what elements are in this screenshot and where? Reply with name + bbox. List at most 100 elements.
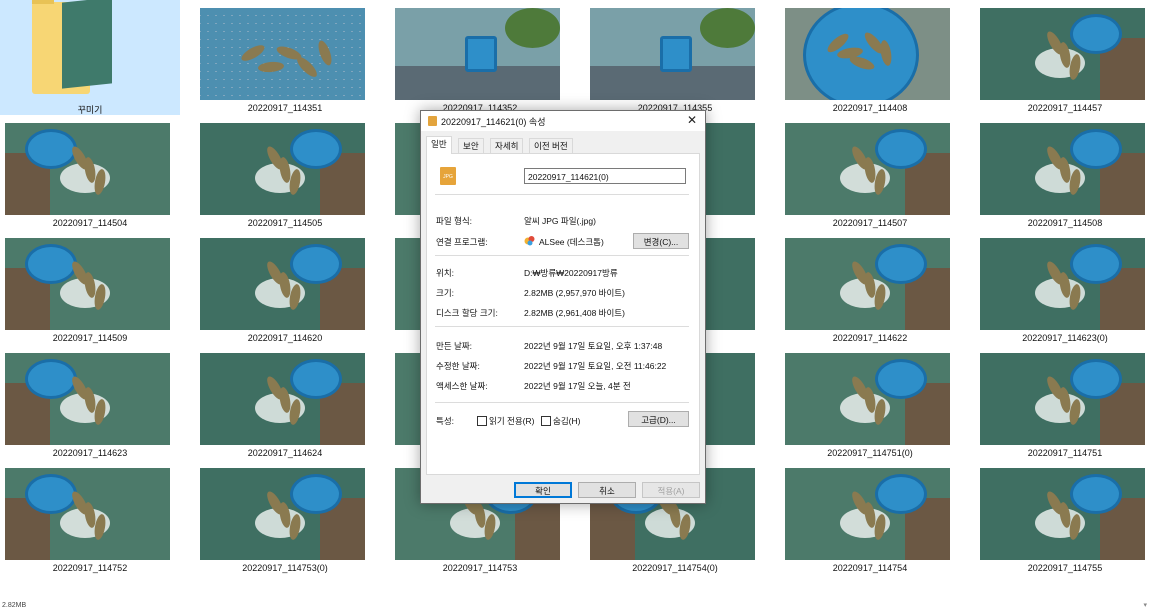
file-item[interactable]: 20220917_114753(0) bbox=[195, 460, 375, 575]
image-thumbnail bbox=[5, 353, 170, 445]
file-item[interactable]: 20220917_114624 bbox=[195, 345, 375, 460]
image-thumbnail bbox=[5, 238, 170, 330]
attributes-label: 특성: bbox=[436, 416, 455, 426]
file-name-caption: 20220917_114351 bbox=[247, 103, 323, 113]
hidden-label[interactable]: 숨김(H) bbox=[553, 415, 580, 427]
modified-value: 2022년 9월 17일 토요일, 오전 11:46:22 bbox=[524, 361, 667, 371]
file-name-field[interactable]: 20220917_114621(0) bbox=[524, 168, 686, 184]
dialog-titlebar[interactable]: 20220917_114621(0) 속성 ✕ bbox=[421, 111, 705, 131]
file-name-caption: 20220917_114622 bbox=[832, 333, 908, 343]
readonly-label[interactable]: 읽기 전용(R) bbox=[489, 415, 534, 427]
folder-preview bbox=[62, 0, 112, 89]
file-item[interactable]: 20220917_114751 bbox=[975, 345, 1150, 460]
status-bar: 2.82MB ▾ bbox=[0, 600, 1150, 609]
file-item[interactable]: 20220917_114755 bbox=[975, 460, 1150, 575]
image-thumbnail bbox=[200, 123, 365, 215]
file-name-caption: 20220917_114508 bbox=[1027, 218, 1103, 228]
image-thumbnail bbox=[980, 238, 1145, 330]
file-name-caption: 20220917_114504 bbox=[52, 218, 128, 228]
open-with-label: 연결 프로그램: bbox=[436, 237, 488, 247]
file-item[interactable]: 20220917_114508 bbox=[975, 115, 1150, 230]
open-with-value: ALSee (데스크톱) bbox=[539, 237, 604, 247]
advanced-button[interactable]: 고급(D)... bbox=[628, 411, 689, 427]
file-name-caption: 20220917_114752 bbox=[52, 563, 128, 573]
file-name-caption: 20220917_114507 bbox=[832, 218, 908, 228]
created-label: 만든 날짜: bbox=[436, 341, 473, 351]
file-item[interactable]: 20220917_114509 bbox=[0, 230, 180, 345]
file-type-value: 알씨 JPG 파일(.jpg) bbox=[524, 216, 596, 226]
hidden-checkbox[interactable] bbox=[541, 416, 551, 426]
jpg-file-icon: JPG bbox=[440, 167, 456, 185]
file-name-caption: 20220917_114509 bbox=[52, 333, 128, 343]
file-item[interactable]: 20220917_114751(0) bbox=[780, 345, 960, 460]
accessed-value: 2022년 9월 17일 오늘, 4분 전 bbox=[524, 381, 631, 391]
file-item[interactable]: 20220917_114355 bbox=[585, 0, 765, 115]
image-thumbnail bbox=[5, 123, 170, 215]
cancel-button[interactable]: 취소 bbox=[578, 482, 636, 498]
file-name-caption: 20220917_114457 bbox=[1027, 103, 1103, 113]
file-name-caption: 20220917_114751 bbox=[1027, 448, 1103, 458]
file-name-caption: 20220917_114620 bbox=[247, 333, 323, 343]
modified-label: 수정한 날짜: bbox=[436, 361, 480, 371]
tab-details[interactable]: 자세히 bbox=[490, 138, 524, 153]
location-value: D:₩방류₩20220917방류 bbox=[524, 268, 618, 278]
image-thumbnail bbox=[200, 238, 365, 330]
file-item[interactable]: 20220917_114507 bbox=[780, 115, 960, 230]
readonly-checkbox[interactable] bbox=[477, 416, 487, 426]
image-thumbnail bbox=[590, 8, 755, 100]
divider bbox=[435, 326, 689, 327]
file-item[interactable]: 20220917_114623 bbox=[0, 345, 180, 460]
file-item[interactable]: 20220917_114620 bbox=[195, 230, 375, 345]
divider bbox=[435, 194, 689, 195]
size-value: 2.82MB (2,957,970 바이트) bbox=[524, 288, 625, 298]
properties-dialog: 20220917_114621(0) 속성 ✕ 일반 보안 자세히 이전 버전 … bbox=[420, 110, 706, 504]
tab-security[interactable]: 보안 bbox=[458, 138, 484, 153]
size-label: 크기: bbox=[436, 288, 455, 298]
image-thumbnail bbox=[980, 8, 1145, 100]
file-item[interactable]: 20220917_114505 bbox=[195, 115, 375, 230]
image-thumbnail bbox=[785, 8, 950, 100]
file-item[interactable]: 20220917_114457 bbox=[975, 0, 1150, 115]
disk-size-value: 2.82MB (2,961,408 바이트) bbox=[524, 308, 625, 318]
image-thumbnail bbox=[200, 468, 365, 560]
dialog-title: 20220917_114621(0) 속성 bbox=[441, 117, 546, 127]
file-name-caption: 20220917_114505 bbox=[247, 218, 323, 228]
image-thumbnail bbox=[395, 8, 560, 100]
image-thumbnail bbox=[980, 468, 1145, 560]
divider bbox=[435, 402, 689, 403]
file-name-caption: 20220917_114751(0) bbox=[827, 448, 913, 458]
file-item[interactable]: 20220917_114352 bbox=[390, 0, 570, 115]
file-item[interactable]: 20220917_114351 bbox=[195, 0, 375, 115]
file-name-caption: 20220917_114623(0) bbox=[1022, 333, 1108, 343]
change-button[interactable]: 변경(C)... bbox=[633, 233, 689, 249]
file-name-caption: 20220917_114754 bbox=[832, 563, 908, 573]
accessed-label: 액세스한 날짜: bbox=[436, 381, 488, 391]
file-name-caption: 20220917_114753 bbox=[442, 563, 518, 573]
apply-button[interactable]: 적용(A) bbox=[642, 482, 700, 498]
file-type-label: 파일 형식: bbox=[436, 216, 473, 226]
tab-previous-versions[interactable]: 이전 버전 bbox=[529, 138, 573, 153]
file-item[interactable]: 20220917_114752 bbox=[0, 460, 180, 575]
file-item[interactable]: 20220917_114623(0) bbox=[975, 230, 1150, 345]
image-thumbnail bbox=[5, 468, 170, 560]
tab-general[interactable]: 일반 bbox=[426, 136, 452, 154]
scroll-down-icon[interactable]: ▾ bbox=[1143, 601, 1147, 609]
file-item[interactable]: 20220917_114408 bbox=[780, 0, 960, 115]
file-name-caption: 20220917_114408 bbox=[832, 103, 908, 113]
ok-button[interactable]: 확인 bbox=[514, 482, 572, 498]
file-item[interactable]: 20220917_114754 bbox=[780, 460, 960, 575]
image-thumbnail bbox=[785, 353, 950, 445]
image-thumbnail bbox=[785, 468, 950, 560]
file-icon bbox=[428, 116, 437, 126]
image-thumbnail bbox=[785, 238, 950, 330]
image-thumbnail bbox=[200, 353, 365, 445]
folder-item[interactable]: 꾸미기 bbox=[0, 0, 180, 115]
file-item[interactable]: 20220917_114504 bbox=[0, 115, 180, 230]
close-icon[interactable]: ✕ bbox=[685, 113, 699, 127]
created-value: 2022년 9월 17일 토요일, 오후 1:37:48 bbox=[524, 341, 663, 351]
alsee-app-icon bbox=[524, 236, 535, 246]
file-name-caption: 20220917_114624 bbox=[247, 448, 323, 458]
file-item[interactable]: 20220917_114622 bbox=[780, 230, 960, 345]
general-panel: JPG 20220917_114621(0) 파일 형식: 알씨 JPG 파일(… bbox=[426, 153, 700, 475]
divider bbox=[435, 255, 689, 256]
